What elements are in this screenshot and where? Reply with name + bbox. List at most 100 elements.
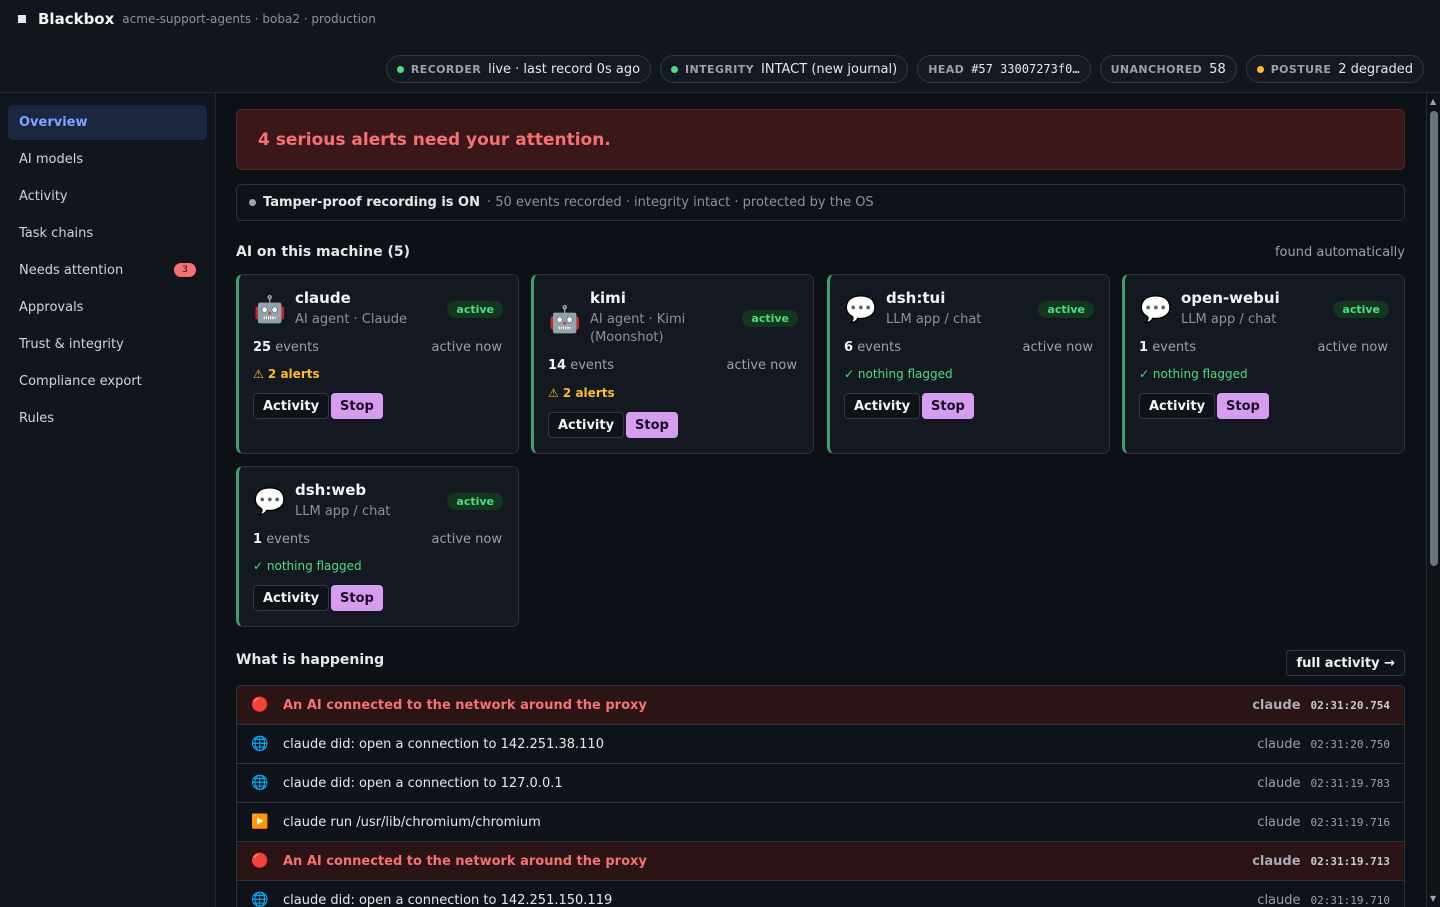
event-row[interactable]: 🌐 claude did: open a connection to 127.0…	[237, 764, 1404, 803]
agent-card-claude[interactable]: 🤖 claude AI agent · Claude active 25 eve…	[236, 274, 519, 454]
recording-dot-icon	[249, 199, 256, 206]
pill-key: HEAD	[928, 62, 965, 76]
sidebar-item-label: Activity	[19, 189, 68, 204]
chat-bubble-icon: 💬	[253, 487, 287, 517]
sidebar-item-compliance-export[interactable]: Compliance export	[8, 364, 207, 399]
recording-detail: · 50 events recorded · integrity intact …	[486, 195, 874, 210]
event-text: An AI connected to the network around th…	[283, 697, 647, 713]
chat-bubble-icon: 💬	[1139, 295, 1173, 325]
event-count-value: 6	[844, 340, 854, 355]
sidebar-item-overview[interactable]: Overview	[8, 105, 207, 140]
event-agent: claude	[1257, 814, 1301, 830]
last-active: active now	[431, 532, 502, 547]
event-row[interactable]: 🌐 claude did: open a connection to 142.2…	[237, 881, 1404, 907]
event-agent: claude	[1257, 775, 1301, 791]
event-row[interactable]: 🔴 An AI connected to the network around …	[237, 686, 1404, 725]
logo-icon	[18, 15, 26, 23]
event-count-label: events	[857, 340, 901, 355]
event-count-value: 1	[1139, 340, 1149, 355]
agent-type: LLM app / chat	[295, 504, 391, 519]
agent-card-dsh-tui[interactable]: 💬 dsh:tui LLM app / chat active 6 events…	[827, 274, 1110, 454]
scroll-up-icon[interactable]: ▲	[1430, 97, 1436, 106]
sidebar-item-approvals[interactable]: Approvals	[8, 290, 207, 325]
robot-icon: 🤖	[253, 295, 287, 325]
agent-card-open-webui[interactable]: 💬 open-webui LLM app / chat active 1 eve…	[1122, 274, 1405, 454]
sidebar-item-ai-models[interactable]: AI models	[8, 142, 207, 177]
sidebar-item-task-chains[interactable]: Task chains	[8, 216, 207, 251]
event-count-value: 14	[548, 358, 567, 373]
activity-button[interactable]: Activity	[844, 393, 921, 419]
pill-head[interactable]: HEAD #57 33007273f0…	[917, 55, 1091, 83]
event-text: An AI connected to the network around th…	[283, 853, 647, 869]
scrollbar[interactable]: ▲ ▼	[1426, 93, 1440, 907]
activity-button[interactable]: Activity	[1139, 393, 1216, 419]
activity-button[interactable]: Activity	[548, 412, 625, 438]
event-count: 1 events	[1139, 340, 1196, 355]
pill-integrity[interactable]: INTEGRITY INTACT (new journal)	[660, 55, 909, 83]
scroll-down-icon[interactable]: ▼	[1430, 894, 1436, 903]
play-icon: ▶️	[251, 814, 269, 830]
happening-title: What is happening	[236, 652, 385, 668]
sidebar-item-activity[interactable]: Activity	[8, 179, 207, 214]
activity-button[interactable]: Activity	[253, 585, 330, 611]
agent-card-kimi[interactable]: 🤖 kimi AI agent · Kimi (Moonshot) active…	[531, 274, 814, 454]
event-count: 14 events	[548, 358, 614, 373]
recording-status: Tamper-proof recording is ON · 50 events…	[236, 184, 1405, 221]
event-time: 02:31:20.754	[1310, 698, 1390, 712]
status-badge: active	[1038, 301, 1094, 318]
event-agent: claude	[1252, 697, 1301, 713]
event-row[interactable]: ▶️ claude run /usr/lib/chromium/chromium…	[237, 803, 1404, 842]
alert-count: ⚠ 2 alerts	[253, 367, 320, 381]
event-text: claude did: open a connection to 127.0.0…	[283, 775, 563, 791]
sidebar-item-trust-integrity[interactable]: Trust & integrity	[8, 327, 207, 362]
agent-type: LLM app / chat	[1181, 312, 1277, 327]
full-activity-button[interactable]: full activity →	[1286, 650, 1405, 676]
event-time: 02:31:19.710	[1310, 893, 1390, 907]
event-count: 25 events	[253, 340, 319, 355]
stop-button[interactable]: Stop	[331, 585, 383, 611]
agent-type: AI agent · Claude	[295, 312, 407, 327]
stop-button[interactable]: Stop	[1217, 393, 1269, 419]
agent-name: dsh:web	[295, 481, 367, 499]
flag-status: ✓ nothing flagged	[253, 559, 362, 573]
sidebar-item-rules[interactable]: Rules	[8, 401, 207, 436]
stop-button[interactable]: Stop	[331, 393, 383, 419]
sidebar-item-label: Task chains	[19, 226, 94, 241]
agent-type: AI agent · Kimi (Moonshot)	[590, 312, 686, 345]
scroll-thumb[interactable]	[1430, 111, 1438, 566]
status-badge: active	[742, 310, 798, 327]
sidebar-item-needs-attention[interactable]: Needs attention 3	[8, 253, 207, 288]
pill-unanchored[interactable]: UNANCHORED 58	[1099, 55, 1237, 83]
alert-count: ⚠ 2 alerts	[548, 386, 615, 400]
pill-key: RECORDER	[410, 62, 482, 76]
event-row[interactable]: 🔴 An AI connected to the network around …	[237, 842, 1404, 881]
pill-posture[interactable]: POSTURE 2 degraded	[1245, 55, 1424, 83]
ai-section-title: AI on this machine (5)	[236, 244, 411, 260]
last-active: active now	[1317, 340, 1388, 355]
stop-button[interactable]: Stop	[922, 393, 974, 419]
sidebar-item-label: Trust & integrity	[19, 337, 124, 352]
globe-icon: 🌐	[251, 775, 269, 791]
event-row[interactable]: 🌐 claude did: open a connection to 142.2…	[237, 725, 1404, 764]
sidebar-item-label: Rules	[19, 411, 55, 426]
event-time: 02:31:20.750	[1310, 737, 1390, 751]
status-pills: RECORDER live · last record 0s ago INTEG…	[385, 55, 1424, 83]
sidebar-item-label: Needs attention	[19, 263, 124, 278]
stop-button[interactable]: Stop	[626, 412, 678, 438]
event-time: 02:31:19.716	[1310, 815, 1390, 829]
globe-icon: 🌐	[251, 892, 269, 907]
activity-button[interactable]: Activity	[253, 393, 330, 419]
agent-card-dsh-web[interactable]: 💬 dsh:web LLM app / chat active 1 events…	[236, 466, 519, 627]
ai-section-note: found automatically	[1274, 245, 1405, 260]
status-badge: active	[447, 301, 503, 318]
agent-name: kimi	[590, 289, 626, 307]
alert-banner[interactable]: 4 serious alerts need your attention.	[236, 109, 1405, 170]
robot-icon: 🤖	[548, 305, 582, 335]
sidebar-item-label: Approvals	[19, 300, 84, 315]
event-count: 6 events	[844, 340, 901, 355]
event-count: 1 events	[253, 532, 310, 547]
event-time: 02:31:19.783	[1310, 776, 1390, 790]
pill-recorder[interactable]: RECORDER live · last record 0s ago	[385, 55, 652, 83]
agent-name: claude	[295, 289, 351, 307]
status-badge: active	[1333, 301, 1389, 318]
